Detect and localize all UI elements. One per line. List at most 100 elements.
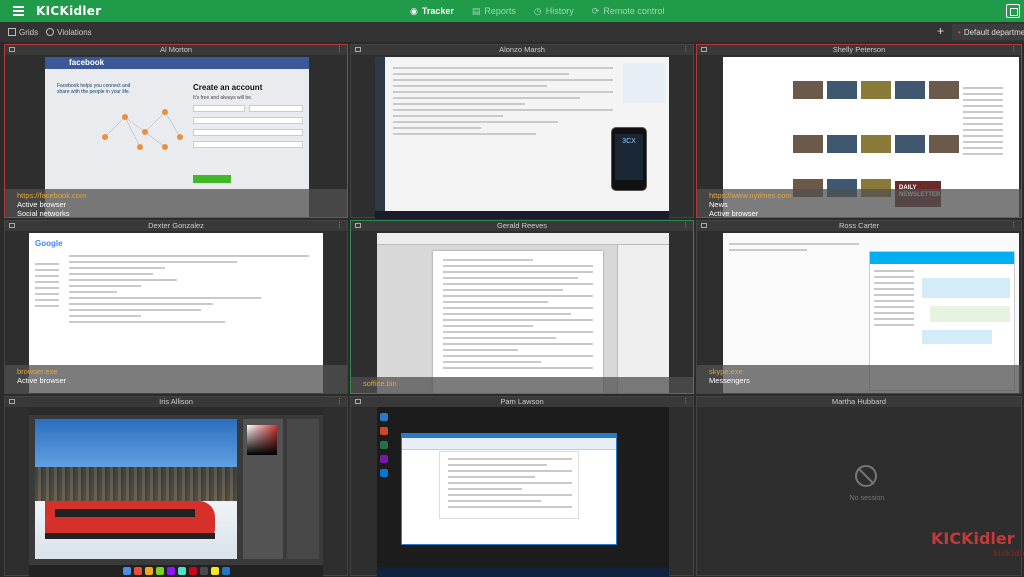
tile-header: Dexter Gonzalez ⋮ (5, 221, 347, 231)
password-field[interactable] (193, 141, 303, 148)
news-thumbnails-mid (793, 135, 959, 153)
department-select[interactable]: • Default department (952, 24, 1024, 40)
color-picker[interactable] (247, 425, 277, 455)
activity-category: Messengers (709, 376, 750, 385)
tile-dexter-gonzalez[interactable]: Dexter Gonzalez ⋮ Google browser.exe Act… (4, 220, 348, 394)
monitor-icon (355, 47, 361, 52)
red-train (45, 501, 215, 539)
monitor-icon (9, 47, 15, 52)
dock-app-icon[interactable] (210, 567, 219, 575)
document-text (443, 259, 593, 373)
desktop-icons (377, 407, 391, 577)
dock-app-icon[interactable] (199, 567, 208, 575)
dock-app-icon[interactable] (221, 567, 230, 575)
dock-app-icon[interactable] (144, 567, 153, 575)
tile-iris-allison[interactable]: Iris Allison ⋮ (4, 396, 348, 577)
reenter-field[interactable] (193, 129, 303, 136)
tab-remote-control[interactable]: ⟳ Remote control (592, 6, 665, 17)
desktop-icon[interactable] (380, 441, 388, 449)
monitor-icon (701, 47, 707, 52)
tile-gerald-reeves[interactable]: Gerald Reeves ⋮ soffice.bin (350, 220, 694, 394)
signup-button[interactable] (193, 175, 231, 183)
surname-field[interactable] (249, 105, 303, 112)
screen-writer (377, 233, 669, 393)
menu-icon[interactable] (6, 0, 30, 22)
no-session-icon (855, 465, 877, 487)
right-panel (623, 63, 665, 103)
screen-grid: Al Morton ⋮ facebook Facebook helps you … (0, 44, 1024, 577)
dock-app-icon[interactable] (177, 567, 186, 575)
phone-icon: 3CX (611, 127, 647, 191)
tile-user-name: Gerald Reeves (496, 221, 548, 230)
email-list (393, 67, 613, 139)
word-document (439, 451, 579, 519)
add-button[interactable]: + (937, 24, 944, 38)
tile-header: Ross Carter ⋮ (697, 221, 1021, 231)
dock-app-icon[interactable] (133, 567, 142, 575)
dock-app-icon[interactable] (188, 567, 197, 575)
tile-user-name: Shelly Peterson (832, 45, 886, 54)
dock-app-icon[interactable] (155, 567, 164, 575)
watermark-sub: kickidler (993, 549, 1024, 558)
mobile-field[interactable] (193, 117, 303, 124)
violations-label: Violations (57, 27, 92, 37)
monitor-icon (355, 223, 361, 228)
history-icon: ◷ (533, 5, 542, 16)
tab-tracker[interactable]: ◉ Tracker (410, 6, 454, 17)
tile-alonzo-marsh[interactable]: Alonzo Marsh ⋮ 3CX (350, 44, 694, 219)
tile-ross-carter[interactable]: Ross Carter ⋮ skype.exe Messengers (696, 220, 1022, 394)
activity-overlay: https://www.nytimes.com News Active brow… (697, 189, 1021, 218)
browser-content (729, 243, 859, 255)
more-icon[interactable]: ⋮ (682, 221, 689, 231)
news-thumbnails-top (793, 81, 959, 99)
screen-alonzo: 3CX (375, 57, 669, 219)
tile-al-morton[interactable]: Al Morton ⋮ facebook Facebook helps you … (4, 44, 348, 218)
more-icon[interactable]: ⋮ (1010, 45, 1017, 55)
activity-app: browser.exe (17, 367, 58, 376)
desktop-icon[interactable] (380, 413, 388, 421)
dock-app-icon[interactable] (166, 567, 175, 575)
desktop-icon[interactable] (380, 469, 388, 477)
no-session-label: No session (849, 495, 885, 502)
more-icon[interactable]: ⋮ (1010, 221, 1017, 231)
more-icon[interactable]: ⋮ (682, 45, 689, 55)
tile-header: Shelly Peterson ⋮ (697, 45, 1021, 55)
monitor-icon (9, 223, 15, 228)
dock-app-icon[interactable] (122, 567, 131, 575)
tab-history[interactable]: ◷ History (534, 6, 574, 17)
tile-shelly-peterson[interactable]: Shelly Peterson ⋮ DAILY NEWSLETTER https… (696, 44, 1022, 218)
chat-bubble (922, 278, 1010, 298)
department-dot-icon: • (958, 27, 961, 37)
tile-pam-lawson[interactable]: Pam Lawson ⋮ (350, 396, 694, 577)
desktop-icon[interactable] (380, 427, 388, 435)
desktop-icon[interactable] (380, 455, 388, 463)
more-icon[interactable]: ⋮ (336, 221, 343, 231)
watermark-logo: KICKidler (931, 529, 1015, 548)
first-name-field[interactable] (193, 105, 245, 112)
restore-window-icon[interactable] (1006, 4, 1020, 18)
more-icon[interactable]: ⋮ (682, 397, 689, 407)
tile-user-name: Martha Hubbard (831, 397, 887, 406)
create-account-sub: It's free and always will be. (193, 95, 253, 101)
properties-panel (617, 245, 669, 393)
activity-app: https://facebook.com (17, 191, 87, 200)
tab-reports[interactable]: ▤ Reports (472, 6, 516, 17)
screen-pam (377, 407, 669, 577)
tile-header: Alonzo Marsh ⋮ (351, 45, 693, 55)
app-sidebar (375, 57, 385, 211)
more-icon[interactable]: ⋮ (336, 45, 343, 55)
app-logo: KICKidler (36, 4, 102, 18)
grids-label: Grids (19, 27, 39, 37)
activity-subcategory: Active browser (709, 209, 759, 218)
violations-button[interactable]: Violations (46, 28, 92, 37)
tile-user-name: Ross Carter (838, 221, 879, 230)
email-thread (69, 255, 309, 327)
activity-overlay: skype.exe Messengers (697, 365, 1021, 393)
grids-button[interactable]: Grids (8, 28, 38, 37)
tile-martha-hubbard[interactable]: Martha Hubbard No session KICKidler kick… (696, 396, 1024, 576)
activity-app: soffice.bin (363, 379, 397, 388)
tile-header: Martha Hubbard (697, 397, 1021, 407)
connections-map-icon (102, 109, 183, 150)
more-icon[interactable]: ⋮ (336, 397, 343, 407)
activity-category: Active browser (17, 376, 67, 385)
